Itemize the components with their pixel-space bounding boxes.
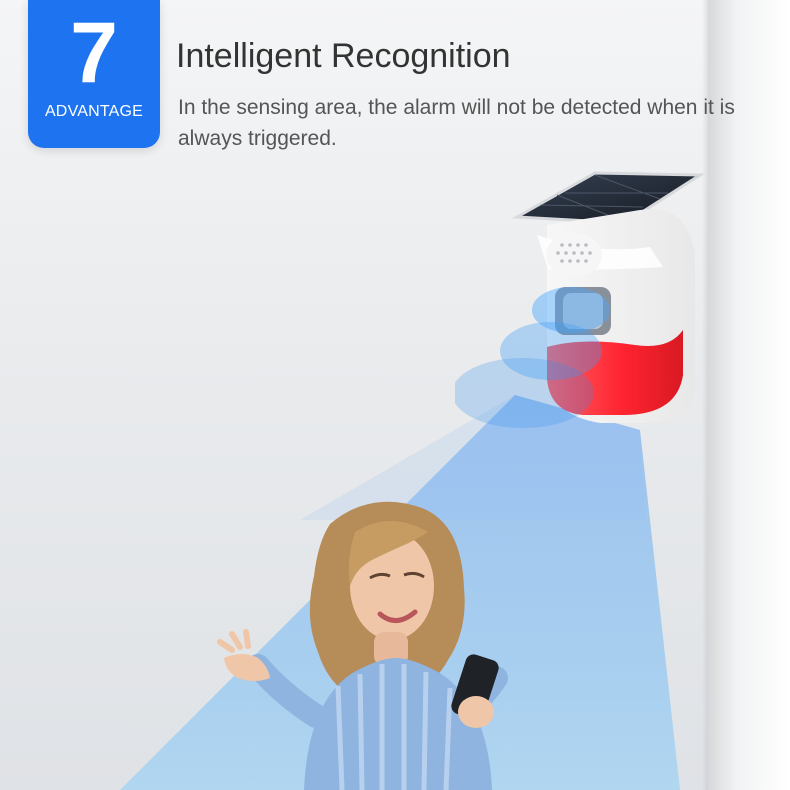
alarm-device <box>452 165 715 450</box>
alarm-device-illustration <box>452 171 705 428</box>
speaker-grille-icon <box>546 233 602 277</box>
advantage-number: 7 <box>70 5 118 101</box>
woman-looking-up-illustration <box>210 490 540 790</box>
woman-illustration <box>217 501 508 790</box>
feature-description: In the sensing area, the alarm will not … <box>178 96 735 150</box>
product-feature-scene: 7 ADVANTAGE Intelligent Recognition In t… <box>0 0 790 790</box>
advantage-badge: 7 ADVANTAGE <box>28 0 160 148</box>
advantage-label: ADVANTAGE <box>44 103 144 120</box>
feature-title: Intelligent Recognition <box>176 37 511 75</box>
